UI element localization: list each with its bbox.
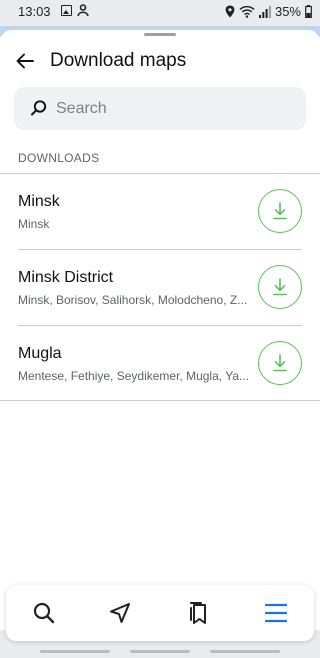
map-name: Minsk bbox=[18, 193, 60, 210]
back-button[interactable] bbox=[14, 50, 36, 72]
map-regions: Minsk, Borisov, Salihorsk, Molodcheno, Z… bbox=[18, 293, 248, 307]
search-input[interactable] bbox=[56, 96, 286, 122]
signal-icon bbox=[258, 5, 271, 18]
bottom-navigation bbox=[6, 585, 314, 641]
download-button[interactable] bbox=[258, 265, 302, 309]
download-button[interactable] bbox=[258, 341, 302, 385]
system-gesture-bar-right bbox=[210, 650, 280, 653]
arrow-left-icon bbox=[16, 53, 34, 69]
list-end-divider bbox=[0, 400, 320, 401]
navigation-arrow-icon bbox=[110, 603, 130, 623]
map-regions: Minsk bbox=[18, 217, 50, 231]
status-notification-icons bbox=[61, 4, 89, 17]
page-title: Download maps bbox=[50, 50, 187, 71]
search-icon bbox=[33, 602, 55, 624]
download-maps-sheet: Download maps DOWNLOADS Minsk Minsk Mins… bbox=[0, 30, 320, 630]
list-item[interactable]: Minsk Minsk bbox=[0, 174, 320, 249]
map-name: Minsk District bbox=[18, 269, 114, 286]
wifi-icon bbox=[239, 5, 255, 18]
battery-icon bbox=[305, 5, 312, 18]
nav-search-button[interactable] bbox=[28, 597, 60, 629]
gallery-notification-icon bbox=[61, 5, 72, 16]
map-name: Mugla bbox=[18, 345, 62, 362]
location-icon bbox=[225, 5, 235, 18]
downloads-section-label: DOWNLOADS bbox=[18, 151, 100, 165]
list-item[interactable]: Mugla Mentese, Fethiye, Seydikemer, Mugl… bbox=[0, 326, 320, 401]
map-regions: Mentese, Fethiye, Seydikemer, Mugla, Ya.… bbox=[18, 369, 249, 383]
nav-bookmarks-button[interactable] bbox=[182, 597, 214, 629]
status-bar: 13:03 35% bbox=[0, 0, 320, 24]
download-icon bbox=[273, 202, 287, 220]
nav-menu-button[interactable] bbox=[260, 597, 292, 629]
search-box[interactable] bbox=[14, 87, 306, 130]
download-button[interactable] bbox=[258, 189, 302, 233]
search-icon bbox=[31, 100, 47, 116]
sheet-drag-handle[interactable] bbox=[144, 33, 176, 36]
download-icon bbox=[273, 354, 287, 372]
system-gesture-bar-left bbox=[40, 650, 110, 653]
list-item[interactable]: Minsk District Minsk, Borisov, Salihorsk… bbox=[0, 250, 320, 325]
nav-navigation-button[interactable] bbox=[104, 597, 136, 629]
download-icon bbox=[273, 278, 287, 296]
status-time: 13:03 bbox=[18, 4, 51, 19]
menu-icon bbox=[264, 603, 288, 623]
app-notification-icon bbox=[77, 4, 89, 17]
bookmarks-icon bbox=[190, 602, 206, 624]
header: Download maps bbox=[0, 46, 320, 76]
system-gesture-bar-center[interactable] bbox=[130, 650, 190, 653]
status-system-icons: 35% bbox=[225, 4, 312, 19]
battery-percent: 35% bbox=[274, 4, 301, 19]
